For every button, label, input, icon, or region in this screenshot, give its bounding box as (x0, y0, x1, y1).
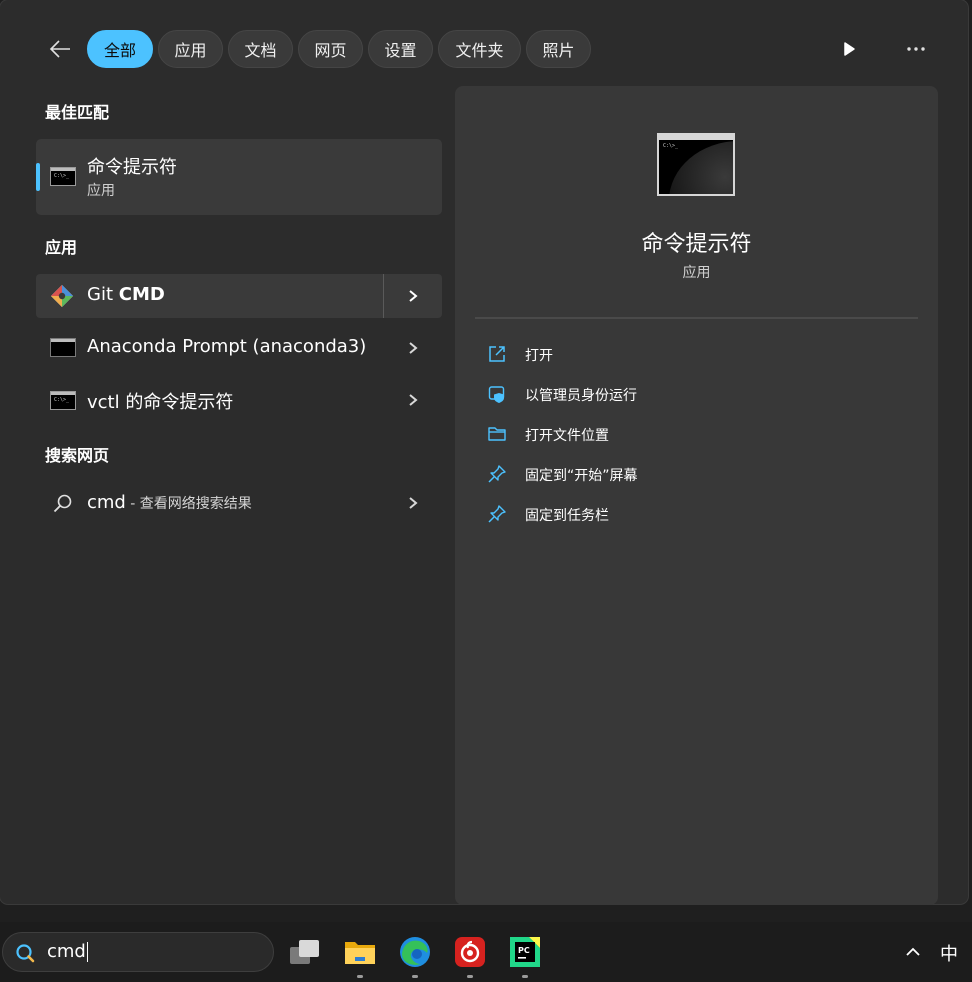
selection-indicator (36, 163, 40, 191)
tab-documents[interactable]: 文档 (228, 30, 293, 68)
pin-icon (488, 505, 506, 523)
action-pin-to-taskbar[interactable]: 固定到任务栏 (485, 499, 905, 529)
action-label: 固定到任务栏 (525, 508, 609, 524)
search-icon (53, 494, 72, 513)
web-search-item[interactable]: cmd - 查看网络搜索结果 (36, 481, 442, 525)
app-item-anaconda-prompt[interactable]: Anaconda Prompt (anaconda3) (36, 326, 442, 370)
tab-settings[interactable]: 设置 (368, 30, 433, 68)
action-label: 打开 (525, 348, 553, 364)
anaconda-prompt-icon (50, 338, 76, 357)
file-explorer-icon (345, 942, 375, 964)
play-button[interactable] (832, 34, 866, 64)
best-match-heading: 最佳匹配 (45, 103, 110, 122)
text-caret (86, 942, 88, 962)
web-search-query: cmd (87, 492, 126, 513)
detail-title: 命令提示符 (641, 232, 752, 257)
pycharm-icon: PC (510, 937, 540, 967)
chevron-right-icon[interactable] (406, 390, 420, 410)
app-item-label: Git CMD (87, 284, 165, 305)
detail-divider (475, 317, 918, 319)
detail-subtitle: 应用 (682, 265, 711, 281)
folder-icon (488, 427, 506, 441)
pycharm-button[interactable]: PC (507, 934, 543, 978)
open-external-icon (489, 346, 505, 362)
task-view-button[interactable] (287, 934, 323, 970)
back-button[interactable] (42, 34, 78, 64)
action-pin-to-start[interactable]: 固定到“开始”屏幕 (485, 459, 905, 489)
tab-web[interactable]: 网页 (298, 30, 363, 68)
cmd-icon: C:\>_ (50, 167, 76, 186)
tab-apps[interactable]: 应用 (158, 30, 223, 68)
chevron-right-icon[interactable] (406, 493, 420, 513)
action-open-file-location[interactable]: 打开文件位置 (485, 419, 905, 449)
taskbar: cmd PC 中 (0, 922, 972, 982)
app-name-bold: CMD (118, 284, 165, 305)
cmd-large-icon: C:\>_ (657, 133, 735, 196)
best-match-title: 命令提示符 (87, 157, 177, 178)
app-item-label: vctl 的命令提示符 (87, 392, 234, 413)
split-divider (383, 274, 384, 318)
app-item-label: Anaconda Prompt (anaconda3) (87, 336, 367, 357)
file-explorer-button[interactable] (342, 934, 378, 978)
git-icon (51, 285, 73, 307)
tab-photos[interactable]: 照片 (526, 30, 591, 68)
taskbar-search-input[interactable]: cmd (47, 941, 88, 962)
chevron-up-icon[interactable] (902, 942, 924, 962)
more-dots-icon (907, 47, 925, 51)
filter-bar: 全部 应用 文档 网页 设置 文件夹 照片 (0, 26, 968, 72)
cmd-icon: C:\>_ (50, 391, 76, 410)
chevron-right-icon[interactable] (406, 338, 420, 358)
netease-music-button[interactable] (452, 934, 488, 978)
app-item-vctl-cmd[interactable]: C:\>_ vctl 的命令提示符 (36, 378, 442, 422)
search-panel: 全部 应用 文档 网页 设置 文件夹 照片 最佳匹配 C:\>_ 命令提示符 应… (0, 0, 968, 905)
tab-all[interactable]: 全部 (87, 30, 153, 68)
running-indicator (357, 975, 363, 978)
task-view-icon (290, 940, 319, 964)
edge-button[interactable] (397, 934, 433, 978)
running-indicator (412, 975, 418, 978)
web-search-label: cmd - 查看网络搜索结果 (87, 492, 252, 513)
app-name-regular: Git (87, 284, 119, 305)
action-run-as-admin[interactable]: 以管理员身份运行 (485, 379, 905, 409)
search-text: cmd (47, 941, 86, 962)
svg-text:PC: PC (518, 946, 530, 955)
admin-shield-icon (488, 386, 505, 403)
pin-icon (488, 465, 506, 483)
best-match-item[interactable]: C:\>_ 命令提示符 应用 (36, 139, 442, 215)
web-search-suffix: - 查看网络搜索结果 (125, 496, 252, 512)
netease-music-icon (455, 937, 485, 967)
running-indicator (467, 975, 473, 978)
running-indicator (522, 975, 528, 978)
app-item-git-cmd[interactable]: Git CMD (36, 274, 442, 318)
chevron-right-icon[interactable] (406, 286, 420, 306)
more-options-button[interactable] (899, 34, 933, 64)
action-label: 以管理员身份运行 (525, 388, 637, 404)
play-icon (844, 42, 855, 56)
back-arrow-icon (49, 40, 70, 58)
action-open[interactable]: 打开 (485, 339, 905, 369)
tab-folders[interactable]: 文件夹 (438, 30, 521, 68)
ime-indicator[interactable]: 中 (940, 940, 958, 966)
detail-pane: C:\>_ 命令提示符 应用 打开 以管理员身份运行 打开文件位置 固定到“开始… (455, 86, 938, 905)
best-match-subtitle: 应用 (87, 183, 115, 199)
action-label: 打开文件位置 (525, 428, 609, 444)
apps-heading: 应用 (45, 238, 78, 257)
edge-icon (400, 937, 430, 967)
action-label: 固定到“开始”屏幕 (525, 468, 638, 484)
web-search-heading: 搜索网页 (45, 446, 110, 465)
search-icon (16, 944, 35, 963)
taskbar-search-box[interactable]: cmd (2, 932, 274, 972)
